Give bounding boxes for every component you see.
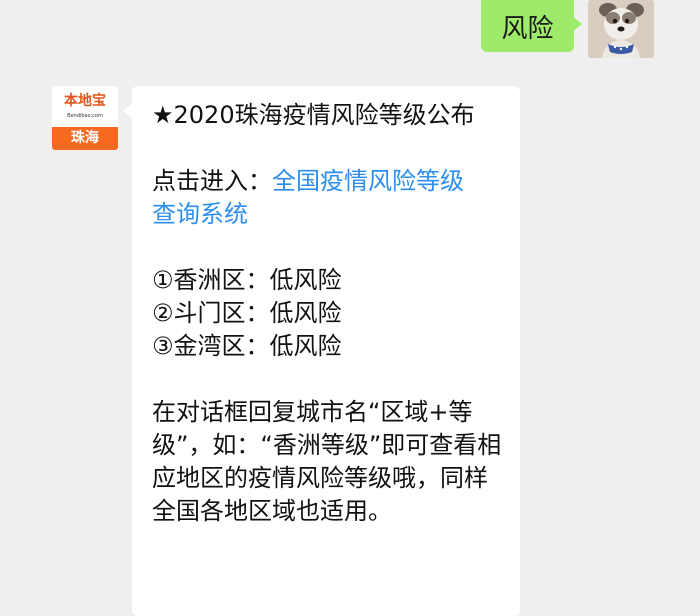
brand-logo-url: Bendibao.com [67,113,103,119]
entry-line: 点击进入：全国疫情风险等级 [152,165,502,198]
entry-prefix: 点击进入： [152,167,272,195]
message-title: ★2020珠海疫情风险等级公布 [152,101,475,129]
risk-query-link[interactable]: 全国疫情风险等级 [272,167,464,195]
bot-message-bubble: ★2020珠海疫情风险等级公布 点击进入：全国疫情风险等级 查询系统 ①香洲区：… [132,86,520,616]
user-message-bubble[interactable]: 风险 [481,0,574,52]
risk-query-link-continued[interactable]: 查询系统 [152,198,502,231]
bot-avatar[interactable]: 本地宝 Bendibao.com 珠海 [52,86,118,150]
district-item-xiangzhou: ①香洲区：低风险 [152,266,342,294]
district-item-jinwan: ③金湾区：低风险 [152,332,342,360]
district-item-doumen: ②斗门区：低风险 [152,299,342,327]
brand-city-label: 珠海 [52,127,118,150]
instruction-text: 在对话框回复城市名“区域+等级”，如：“香洲等级”即可查看相应地区的疫情风险等级… [152,398,502,525]
brand-logo: 本地宝 Bendibao.com [52,86,118,127]
user-message-text: 风险 [501,13,554,44]
user-avatar[interactable] [588,0,654,58]
brand-logo-text: 本地宝 [64,93,106,109]
dog-avatar-icon [588,0,654,58]
